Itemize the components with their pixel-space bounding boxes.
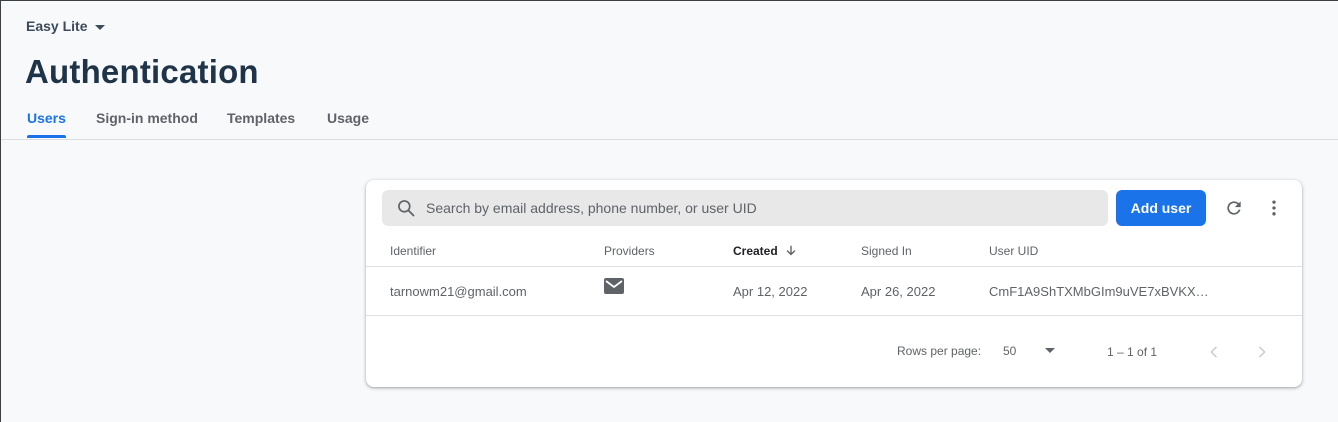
tab-templates[interactable]: Templates [227, 110, 295, 138]
row-divider [366, 315, 1302, 316]
cell-identifier: tarnowm21@gmail.com [390, 284, 527, 299]
cell-created: Apr 12, 2022 [733, 284, 808, 299]
column-header-created[interactable]: Created [733, 244, 798, 258]
more-vert-icon [1272, 200, 1276, 216]
search-bar [382, 190, 1108, 226]
rows-per-page-value: 50 [1003, 344, 1017, 358]
search-input[interactable] [426, 200, 1066, 216]
users-table-card: Add user Identifier Providers Created Si… [366, 180, 1302, 387]
tab-usage[interactable]: Usage [327, 110, 369, 138]
next-page-button[interactable] [1250, 340, 1274, 364]
previous-page-button[interactable] [1202, 340, 1226, 364]
column-header-identifier[interactable]: Identifier [390, 244, 436, 258]
chevron-left-icon [1210, 346, 1217, 358]
arrow-down-icon [786, 245, 795, 256]
page-title: Authentication [25, 53, 259, 90]
chevron-right-icon [1259, 346, 1266, 358]
email-icon [604, 278, 624, 294]
tab-sign-in-method[interactable]: Sign-in method [96, 110, 198, 138]
column-header-signed-in[interactable]: Signed In [861, 244, 912, 258]
cell-providers [604, 278, 624, 297]
search-icon [398, 200, 415, 217]
column-header-created-label: Created [733, 244, 778, 258]
pagination-range: 1 – 1 of 1 [1107, 345, 1158, 359]
header-divider [366, 266, 1302, 267]
cell-signed-in: Apr 26, 2022 [861, 284, 936, 299]
more-options-button[interactable] [1260, 194, 1288, 222]
project-name: Easy Lite [26, 18, 88, 34]
tab-bar: Users Sign-in method Templates Usage [1, 101, 1338, 140]
dropdown-arrow-icon [1045, 348, 1055, 353]
project-selector[interactable]: Easy Lite [26, 18, 106, 34]
app-frame: Easy Lite Authentication Users Sign-in m… [0, 0, 1338, 422]
column-header-providers[interactable]: Providers [604, 244, 655, 258]
tab-users[interactable]: Users [27, 110, 66, 138]
rows-per-page-label: Rows per page: [897, 344, 982, 358]
caret-down-icon [95, 24, 106, 30]
refresh-icon [1227, 201, 1241, 215]
rows-per-page-select[interactable]: 50 [1003, 340, 1063, 362]
refresh-button[interactable] [1220, 194, 1248, 222]
cell-user-uid: CmF1A9ShTXMbGIm9uVE7xBVKX… [989, 284, 1209, 299]
add-user-button[interactable]: Add user [1116, 190, 1206, 226]
column-header-user-uid[interactable]: User UID [989, 244, 1038, 258]
